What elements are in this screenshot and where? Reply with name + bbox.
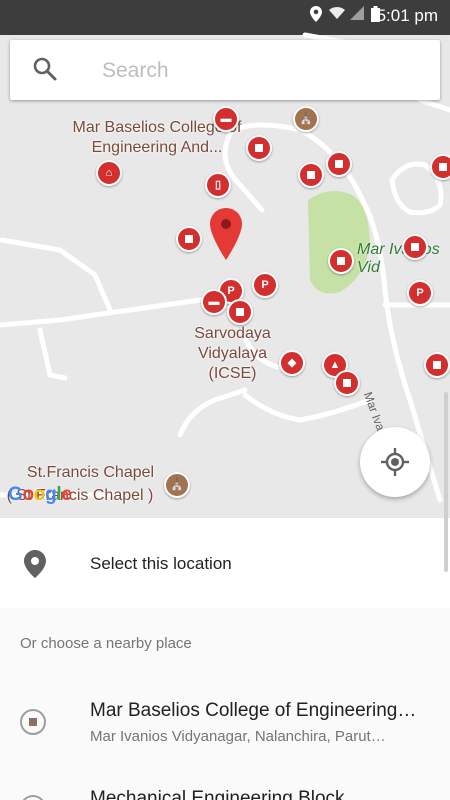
- poi-marker[interactable]: [227, 299, 253, 325]
- poi-marker[interactable]: [430, 154, 450, 180]
- poi-marker[interactable]: [328, 248, 354, 274]
- poi-hotel-marker[interactable]: ▬: [201, 289, 227, 315]
- list-item[interactable]: Mechanical Engineering Block: [0, 780, 450, 800]
- signal-icon: [350, 6, 364, 23]
- select-location-label: Select this location: [90, 554, 232, 573]
- selected-location-pin-icon[interactable]: [210, 208, 242, 260]
- place-address: Mar Ivanios Vidyanagar, Nalanchira, Paru…: [90, 728, 386, 745]
- poi-church-marker[interactable]: ⛪: [293, 106, 319, 132]
- poi-hotel-marker[interactable]: ▬: [213, 106, 239, 132]
- search-icon[interactable]: [32, 56, 58, 82]
- place-marker-icon: [24, 550, 46, 583]
- map-label-chapel: St.Francis Chapel: [26, 464, 155, 481]
- poi-marker[interactable]: [246, 135, 272, 161]
- poi-church-marker[interactable]: ⌂: [96, 160, 122, 186]
- place-name: Mar Baselios College of Engineering…: [90, 700, 417, 721]
- poi-marker[interactable]: [298, 162, 324, 188]
- poi-marker[interactable]: [176, 226, 202, 252]
- place-type-icon: [20, 709, 46, 735]
- my-location-icon: [381, 448, 409, 476]
- scrollbar[interactable]: [444, 392, 448, 572]
- poi-marker[interactable]: [424, 352, 450, 378]
- status-time: 5:01 pm: [376, 6, 438, 25]
- place-picker-panel: Select this location Or choose a nearby …: [0, 518, 450, 800]
- map-label-school: Sarvodaya Vidyalaya (ICSE): [194, 325, 271, 382]
- search-input[interactable]: [100, 54, 424, 88]
- poi-school-marker[interactable]: ◆: [279, 350, 305, 376]
- search-bar[interactable]: [10, 40, 440, 100]
- place-type-icon: [20, 795, 46, 800]
- nearby-heading: Or choose a nearby place: [20, 635, 192, 652]
- location-icon: [310, 6, 322, 25]
- poi-marker[interactable]: [334, 370, 360, 396]
- google-logo: Google: [8, 484, 72, 505]
- status-bar: 5:01 pm: [0, 0, 450, 30]
- poi-marker[interactable]: [402, 234, 428, 260]
- wifi-icon: [329, 6, 345, 23]
- poi-church-marker[interactable]: ⛪: [164, 472, 190, 498]
- place-name: Mechanical Engineering Block: [90, 788, 345, 800]
- poi-parking-marker[interactable]: P: [407, 280, 433, 306]
- poi-marker[interactable]: [326, 151, 352, 177]
- poi-book-marker[interactable]: ▯: [205, 172, 231, 198]
- list-item[interactable]: Mar Baselios College of Engineering… Mar…: [0, 686, 450, 766]
- my-location-button[interactable]: [360, 427, 430, 497]
- poi-parking-marker[interactable]: P: [252, 272, 278, 298]
- select-location-row[interactable]: Select this location: [0, 518, 450, 608]
